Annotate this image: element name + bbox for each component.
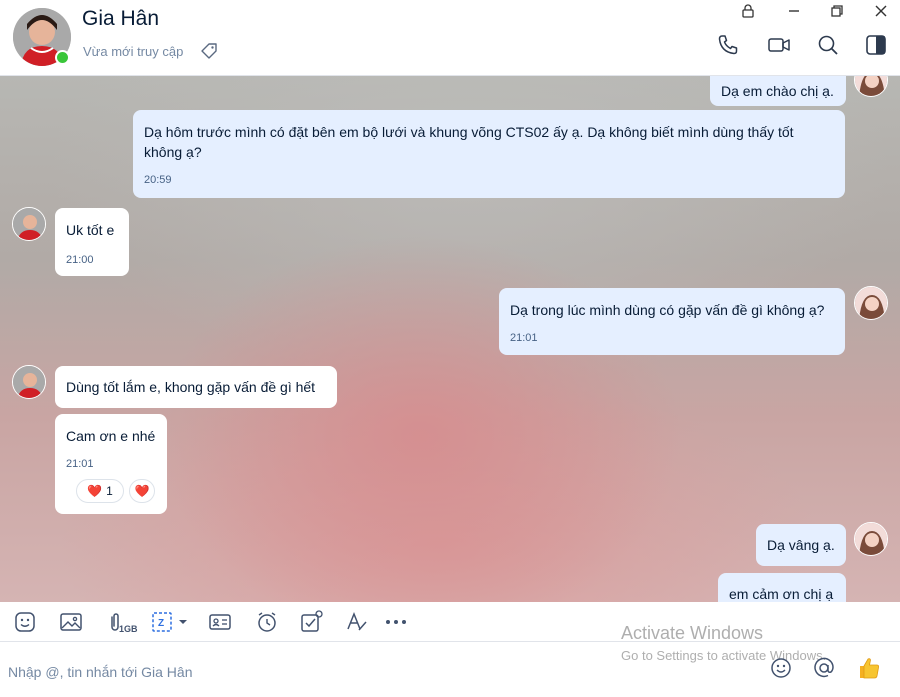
svg-text:Z: Z [158,618,164,629]
minimize-icon[interactable] [786,3,802,19]
message-input[interactable] [8,660,598,684]
message-text: Uk tốt e [66,222,115,238]
format-text-icon[interactable] [345,610,369,634]
message-bubble-outgoing[interactable]: Dạ vâng ạ. [756,524,846,566]
sidebar-toggle-icon[interactable] [864,33,888,57]
heart-icon: ❤️ [134,484,150,498]
emoji-icon[interactable] [768,655,794,681]
activate-windows-title: Activate Windows [621,623,764,643]
heart-icon: ❤️ [87,484,103,498]
online-status-dot [55,50,70,65]
contact-avatar-small[interactable] [12,365,46,399]
message-bubble-incoming[interactable]: Uk tốt e 21:00 [55,208,129,276]
message-time: 21:01 [66,458,94,470]
activate-windows-hint: Go to Settings to activate Windows. [621,648,827,663]
lock-icon[interactable] [740,3,756,19]
message-text: Cam ơn e nhé [66,428,156,444]
message-text: Dạ trong lúc mình dùng có gặp vấn đề gì … [510,302,825,318]
contact-card-icon[interactable] [208,610,232,634]
image-icon[interactable] [59,610,83,634]
message-text: Dạ vâng ạ. [767,537,835,553]
react-button[interactable]: ❤️ [129,479,155,503]
message-bubble-incoming[interactable]: Dùng tốt lắm e, khong gặp vấn đề gì hết [55,366,337,408]
message-bubble-outgoing[interactable]: em cảm ơn chị ạ [718,573,846,602]
contact-avatar-small[interactable] [12,207,46,241]
chat-header: Gia Hân Vừa mới truy cập [0,0,900,76]
mention-icon[interactable] [811,655,837,681]
contact-status: Vừa mới truy cập [83,44,184,59]
reaction-summary[interactable]: ❤️ 1 [76,479,124,503]
attachment-limit: 1GB [119,624,138,634]
thumbs-up-icon[interactable] [856,655,882,681]
my-avatar[interactable] [854,76,888,97]
restore-icon[interactable] [829,3,845,19]
message-time: 21:00 [66,254,94,266]
close-icon[interactable] [873,3,889,19]
message-time: 20:59 [144,174,172,186]
composer-toolbar: 1GB Z [0,602,900,642]
message-list[interactable]: Dạ em chào chị ạ. Dạ hôm trước mình có đ… [0,76,900,602]
message-bubble-outgoing[interactable]: Dạ hôm trước mình có đặt bên em bộ lưới … [133,110,845,198]
task-check-icon[interactable] [299,610,323,634]
message-text: Dạ hôm trước mình có đặt bên em bộ lưới … [144,124,794,160]
contact-name[interactable]: Gia Hân [82,7,159,31]
reminder-clock-icon[interactable] [255,610,279,634]
my-avatar[interactable] [854,522,888,556]
message-text: em cảm ơn chị ạ [729,586,834,602]
message-bubble-outgoing[interactable]: Dạ trong lúc mình dùng có gặp vấn đề gì … [499,288,845,355]
search-icon[interactable] [816,33,840,57]
phone-icon[interactable] [716,33,740,57]
message-bubble-outgoing[interactable]: Dạ em chào chị ạ. [710,76,846,106]
tag-icon[interactable] [200,42,218,60]
reaction-count: 1 [106,484,113,498]
my-avatar[interactable] [854,286,888,320]
more-icon[interactable] [384,610,408,634]
message-time: 21:01 [510,332,538,344]
sticker-icon[interactable] [13,610,37,634]
message-text: Dùng tốt lắm e, khong gặp vấn đề gì hết [66,379,316,395]
screenshot-icon[interactable]: Z [151,610,189,634]
message-text: Dạ em chào chị ạ. [721,83,834,99]
video-call-icon[interactable] [767,33,791,57]
